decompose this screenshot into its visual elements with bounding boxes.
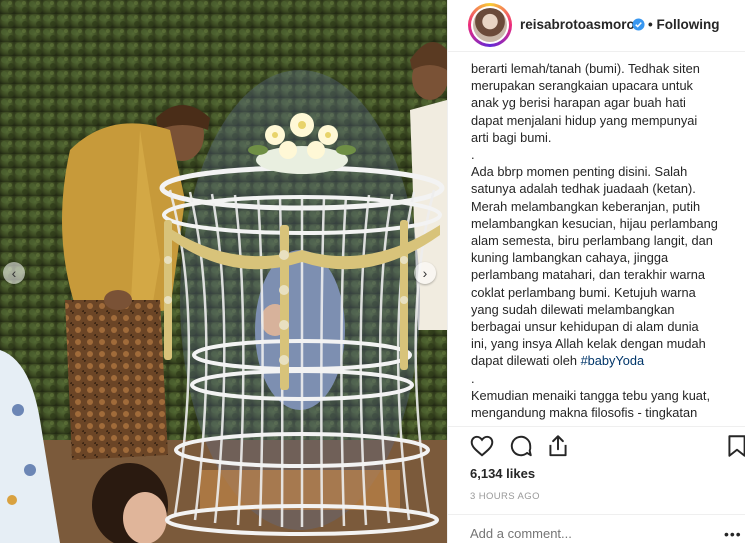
verified-badge-icon bbox=[632, 18, 645, 31]
caption-line: anak yg berisi harapan agar buah hati bbox=[471, 95, 686, 111]
follow-status[interactable]: • Following bbox=[648, 17, 720, 32]
post-photo[interactable]: ‹ › bbox=[0, 0, 447, 543]
post-timestamp[interactable]: 3 HOURS AGO bbox=[470, 491, 540, 502]
caption-line: . bbox=[471, 370, 475, 386]
post-header: reisabrotoasmoro • Following bbox=[448, 0, 745, 52]
heart-icon[interactable] bbox=[469, 433, 495, 459]
caption-line-text: dapat dilewati oleh bbox=[471, 353, 581, 369]
divider bbox=[448, 514, 745, 515]
post-caption: berarti lemah/tanah (bumi). Tedhak siten… bbox=[471, 60, 741, 426]
caption-line: coklat perlambang bumi. Ketujuh warna bbox=[471, 284, 696, 300]
caption-line: berarti lemah/tanah (bumi). Tedhak siten bbox=[471, 61, 700, 76]
ceremony-photo-image bbox=[0, 0, 447, 543]
caption-line: mengandung makna filosofis - tingkatan bbox=[471, 405, 698, 421]
caption-line: dapat dilewati oleh #babyYoda bbox=[471, 352, 741, 369]
caption-line: yang sudah dilewati melambangkan bbox=[471, 301, 675, 317]
likes-count[interactable]: 6,134 likes bbox=[470, 466, 535, 481]
caption-line: satunya adalah tedhak juadaah (ketan). bbox=[471, 181, 696, 197]
comment-input[interactable] bbox=[470, 526, 700, 541]
username-link[interactable]: reisabrotoasmoro bbox=[520, 17, 635, 32]
following-label: Following bbox=[656, 17, 720, 32]
avatar[interactable] bbox=[471, 6, 509, 44]
caption-line: Merah melambangkan keberanjan, putih bbox=[471, 198, 701, 214]
caption-line: . bbox=[471, 147, 475, 163]
share-icon[interactable] bbox=[545, 433, 571, 459]
caption-line: merupakan serangkaian upacara untuk bbox=[471, 78, 693, 94]
carousel-prev-button[interactable]: ‹ bbox=[3, 262, 25, 284]
divider bbox=[448, 426, 745, 427]
avatar-story-ring[interactable] bbox=[468, 3, 512, 47]
post-side-panel: reisabrotoasmoro • Following berarti lem… bbox=[447, 0, 745, 543]
caption-line: kuning lambangkan cahaya, jingga bbox=[471, 250, 669, 266]
caption-line: dapat menjalani hidup yang mempunyai bbox=[471, 112, 698, 128]
caption-line: melambangkan kesucian, hijau perlambang bbox=[471, 215, 718, 231]
caption-line: ini, yang insya Allah kelak dengan mudah bbox=[471, 336, 706, 352]
hashtag-link[interactable]: #babyYoda bbox=[581, 353, 645, 368]
comment-icon[interactable] bbox=[508, 433, 534, 459]
caption-line: berbagai unsur kehidupan di alam dunia bbox=[471, 319, 699, 335]
avatar-photo bbox=[473, 8, 507, 42]
carousel-next-button[interactable]: › bbox=[414, 262, 436, 284]
caption-line: perlambang matahari, dan terakhir warna bbox=[471, 267, 706, 283]
separator-dot: • bbox=[648, 17, 653, 32]
caption-line: Kemudian menaiki tangga tebu yang kuat, bbox=[471, 387, 711, 403]
caption-line: Ada bbrp momen penting disini. Salah bbox=[471, 164, 688, 180]
bookmark-icon[interactable] bbox=[724, 433, 745, 459]
caption-line: arti bagi bumi. bbox=[471, 129, 552, 145]
more-options-icon[interactable]: ••• bbox=[724, 526, 742, 542]
caption-line: alam semesta, biru perlambang langit, da… bbox=[471, 233, 713, 249]
